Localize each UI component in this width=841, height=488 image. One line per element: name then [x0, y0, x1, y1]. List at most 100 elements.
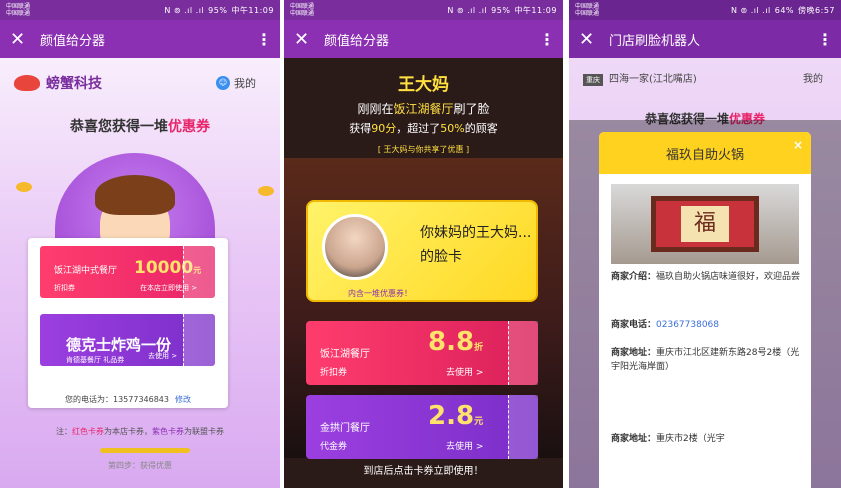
score-mid: ，超过了 [396, 122, 441, 135]
modal-header: 福玖自助火锅 × [599, 132, 811, 174]
coupon-issuer: 肯德基餐厅 [66, 356, 101, 364]
merchant-phone: 商家电话：02367738068 [611, 318, 803, 332]
clock: 傍晚6:57 [798, 5, 835, 15]
phone-screen-3: 中国联通 中国联通 N ⊚ .ıl .ıl 64% 傍晚6:57 ✕ 门店刷脸机… [569, 0, 841, 488]
tel-label: 商家电话： [611, 320, 657, 330]
my-label: 我的 [234, 77, 256, 90]
intro-value: 福玖自助火锅店味道很好，欢迎品尝 [656, 272, 801, 282]
screenshot-row: 中国联通 中国联通 N ⊚ .ıl .ıl 95% 中午11:09 ✕ 颜值给分… [0, 0, 841, 488]
coupon-type: 肯德基餐厅 礼品券 [66, 355, 124, 365]
page-title: 颜值给分器 [40, 33, 106, 49]
congrats-text: 恭喜您获得一堆 [70, 119, 168, 135]
coupon-type: 折扣券 [320, 368, 348, 378]
brand-name: 螃蟹科技 [46, 76, 102, 92]
coupon-voucher[interactable]: 金拱门餐厅 代金券 2.8元 去使用 > [306, 395, 538, 459]
status-icons: N ⊚ .ıl .ıl 95% 中午11:09 [164, 5, 274, 16]
phone-number-text: 您的电话为：13577346843 [65, 395, 169, 404]
battery-level: 95% [208, 5, 228, 15]
merchant-address: 商家地址：重庆市江北区建新东路28号2楼（光宇阳光海岸面） [611, 346, 803, 374]
status-icons: N ⊚ .ıl .ıl 64% 傍晚6:57 [731, 5, 835, 16]
coin-decoration [258, 186, 274, 196]
carrier-label: 中国联通 中国联通 [6, 3, 31, 17]
store-header: 重庆 四海一家(江北嘴店) [583, 70, 697, 86]
coupon-alliance-gift[interactable]: 德克士炸鸡一份 肯德基餐厅 礼品券 去使用 > [40, 314, 215, 366]
coupon-kind: 礼品券 [103, 356, 125, 364]
page-title: 颜值给分器 [324, 33, 390, 49]
score-suffix: 的顾客 [464, 122, 498, 135]
signal-icon: N ⊚ .ıl .ıl [447, 5, 488, 15]
my-account-link[interactable]: 我的 [803, 70, 823, 85]
congrats-highlight: 优惠券 [168, 119, 210, 135]
status-bar: 中国联通 中国联通 N ⊚ .ıl .ıl 95% 中午11:09 [284, 0, 563, 20]
coupon-type: 折扣券 [54, 284, 75, 292]
note-purple-label: 紫色卡券 [152, 427, 184, 436]
user-face-photo [322, 214, 388, 280]
congrats-heading: 恭喜您获得一堆优惠券 [0, 116, 280, 136]
intro-label: 商家介绍： [611, 272, 657, 282]
coupon-store-name: 饭江湖中式餐厅 [54, 266, 118, 276]
merchant-name: 福玖自助火锅 [665, 147, 744, 163]
clock: 中午11:09 [231, 5, 274, 15]
carrier-label: 中国联通 中国联通 [575, 3, 600, 17]
more-menu-icon[interactable]: ⋮ [817, 30, 833, 49]
coupon-type: 代金券 [320, 442, 348, 452]
addr-label: 商家地址： [611, 434, 657, 444]
amount-unit: 折 [474, 343, 484, 353]
amount-value: 8.8 [428, 327, 475, 357]
score-line: 获得90分，超过了50%的顾客 [284, 120, 563, 136]
addr-value: 重庆市2楼（光宇 [656, 434, 725, 444]
coupon-stub [183, 314, 215, 366]
face-card-title: 你妹妈的王大妈... [420, 225, 532, 241]
coupon-use-link[interactable]: 去使用 > [446, 439, 483, 452]
close-icon[interactable]: ✕ [294, 29, 324, 50]
phone-screen-1: 中国联通 中国联通 N ⊚ .ıl .ıl 95% 中午11:09 ✕ 颜值给分… [0, 0, 280, 488]
coupon-discount[interactable]: 饭江湖餐厅 折扣券 8.8折 去使用 > [306, 321, 538, 385]
merchant-address-duplicate: 商家地址：重庆市2楼（光宇 [611, 432, 803, 446]
title-bar: ✕ 颜值给分器 ⋮ [284, 20, 563, 58]
face-card-subtitle: 的脸卡 [420, 249, 462, 265]
close-icon[interactable]: × [793, 138, 803, 152]
clock: 中午11:09 [514, 5, 557, 15]
carrier-label: 中国联通 中国联通 [290, 3, 315, 17]
coupon-store-name: 饭江湖餐厅 [320, 349, 370, 360]
page-body: 螃蟹科技 ☺ 我的 恭喜您获得一堆优惠券 饭江湖中式餐厅 折扣券 10000元 [0, 58, 280, 488]
face-card[interactable]: 你妹妈的王大妈... 的脸卡 内含一堆优惠券！ [306, 200, 538, 302]
brand-logo: 螃蟹科技 [14, 73, 102, 93]
merchant-intro: 商家介绍：福玖自助火锅店味道很好，欢迎品尝 [611, 270, 803, 284]
merchant-photo: 福 [611, 184, 799, 264]
signal-icon: N ⊚ .ıl .ıl [164, 5, 205, 15]
tel-value[interactable]: 02367738068 [656, 320, 719, 330]
user-icon: ☺ [216, 76, 230, 90]
coupon-use-link[interactable]: 去使用 > [446, 365, 483, 378]
coupon-stub [508, 395, 538, 459]
my-account-link[interactable]: ☺ 我的 [216, 75, 256, 91]
coupon-store-discount[interactable]: 饭江湖中式餐厅 折扣券 10000元 在本店立即使用 > [40, 246, 215, 298]
amount-unit: 元 [474, 417, 484, 427]
step-label: 第四步：获得优惠 [108, 461, 172, 470]
coupon-use-link[interactable]: 去使用 > [148, 351, 177, 361]
score-prefix: 获得 [349, 122, 372, 135]
coupon-stub [183, 246, 215, 298]
share-note: [ 王大妈与你共享了优惠 ] [377, 145, 470, 154]
more-menu-icon[interactable]: ⋮ [539, 30, 555, 49]
merchant-detail-modal: 福玖自助火锅 × 福 商家介绍：福玖自助火锅店味道很好，欢迎品尝 商家电话：02… [599, 132, 811, 488]
status-icons: N ⊚ .ıl .ıl 95% 中午11:09 [447, 5, 557, 16]
store-name: 四海一家(江北嘴店) [609, 74, 697, 85]
addr-label: 商家地址： [611, 348, 657, 358]
store-logo: 重庆 [583, 74, 603, 86]
phone-number-line: 您的电话为：13577346843 修改 [28, 394, 228, 405]
close-icon[interactable]: ✕ [10, 29, 40, 50]
edit-phone-link[interactable]: 修改 [175, 395, 191, 404]
more-menu-icon[interactable]: ⋮ [256, 30, 272, 49]
note-prefix: 注： [56, 427, 72, 436]
fu-sign: 福 [681, 206, 729, 242]
score-value: 90分 [371, 122, 397, 135]
coupon-panel: 饭江湖中式餐厅 折扣券 10000元 在本店立即使用 > 德克士炸鸡一份 肯德基… [28, 238, 228, 408]
note-mid: 为本店卡券， [104, 427, 152, 436]
close-icon[interactable]: ✕ [579, 29, 609, 50]
title-bar: ✕ 颜值给分器 ⋮ [0, 20, 280, 58]
checkin-line: 刚刚在饭江湖餐厅刷了脸 [284, 100, 563, 117]
checkin-suffix: 刷了脸 [453, 102, 490, 116]
battery-level: 95% [491, 5, 511, 15]
phone-screen-2: 中国联通 中国联通 N ⊚ .ıl .ıl 95% 中午11:09 ✕ 颜值给分… [284, 0, 563, 488]
